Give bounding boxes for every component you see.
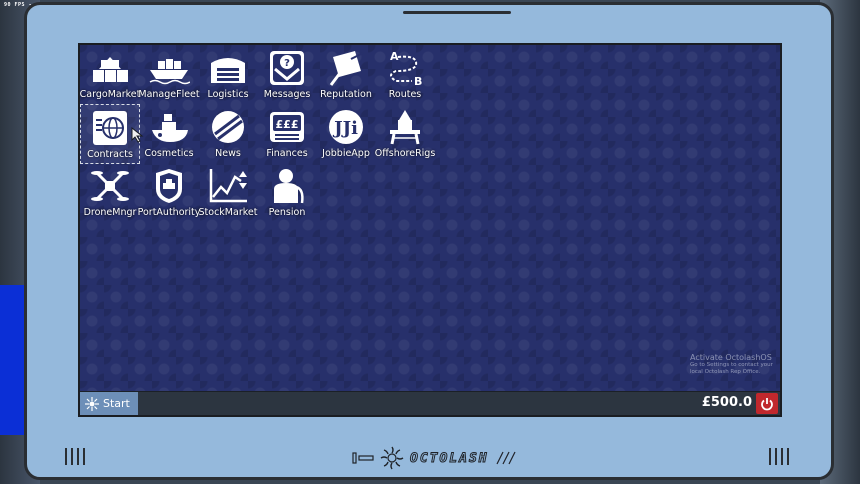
- app-jobbieapp[interactable]: JJi JobbieApp: [316, 104, 376, 164]
- contract-globe-icon: [93, 111, 127, 145]
- speaker-grill-right: [769, 448, 789, 465]
- app-portauthority[interactable]: PortAuthority: [138, 163, 200, 223]
- certificate-icon: [329, 51, 364, 86]
- speaker-grill-left: [65, 448, 85, 465]
- drone-icon: [91, 171, 129, 201]
- device-notch: [403, 11, 511, 14]
- taskbar: Start £500.0: [80, 391, 780, 415]
- svg-text:?: ?: [284, 58, 290, 69]
- app-logistics[interactable]: Logistics: [198, 45, 258, 105]
- brand-logo: OCTOLASH: [352, 446, 517, 470]
- app-dronemngr[interactable]: DroneMngr: [80, 163, 140, 223]
- brand-marker-icon: [352, 452, 374, 464]
- app-messages[interactable]: ? Messages: [257, 45, 317, 105]
- cargo-ship-icon: [149, 59, 190, 85]
- svg-text:B: B: [414, 75, 422, 87]
- app-cargomarket[interactable]: CargoMarket: [80, 45, 140, 105]
- svg-text:JJi: JJi: [332, 118, 358, 139]
- app-finances[interactable]: £££ Finances: [257, 104, 317, 164]
- octolash-sun-icon: [380, 446, 404, 470]
- stock-chart-icon: [209, 169, 247, 203]
- balance-display: £500.0: [701, 395, 752, 410]
- app-reputation[interactable]: Reputation: [316, 45, 376, 105]
- octolash-logo-icon: [85, 396, 99, 411]
- app-news[interactable]: News: [198, 104, 258, 164]
- activation-watermark: Activate OctolashOS Go to Settings to co…: [690, 353, 773, 375]
- app-pension[interactable]: Pension: [257, 163, 317, 223]
- news-globe-icon: [212, 111, 244, 143]
- svg-text:A: A: [390, 50, 399, 63]
- app-cosmetics[interactable]: Cosmetics: [139, 104, 199, 164]
- jobbie-logo-icon: JJi: [329, 110, 363, 144]
- power-icon: [761, 397, 773, 410]
- port-badge-icon: [156, 169, 182, 203]
- pound-currency-icon: £££: [270, 112, 304, 142]
- route-icon: A B: [390, 50, 422, 87]
- brand-name: OCTOLASH: [410, 450, 489, 466]
- app-managefleet[interactable]: ManageFleet: [138, 45, 200, 105]
- app-offshorerigs[interactable]: OffshoreRigs: [375, 104, 435, 164]
- pensioner-icon: [274, 169, 304, 204]
- brand-stripes-icon: [496, 451, 516, 465]
- svg-text:£££: £££: [276, 118, 299, 131]
- tugboat-icon: [152, 114, 188, 142]
- app-routes[interactable]: A B Routes: [375, 45, 435, 105]
- power-button[interactable]: [756, 393, 778, 414]
- mouse-cursor-icon: [131, 127, 144, 143]
- warehouse-icon: [93, 57, 128, 82]
- oil-rig-icon: [390, 110, 420, 145]
- desktop-screen: CargoMarket ManageFleet Logistics ? Mess…: [78, 43, 782, 417]
- depot-icon: [211, 58, 245, 83]
- start-button[interactable]: Start: [80, 392, 138, 415]
- message-question-icon: ?: [270, 51, 304, 85]
- app-stockmarket[interactable]: StockMarket: [198, 163, 258, 223]
